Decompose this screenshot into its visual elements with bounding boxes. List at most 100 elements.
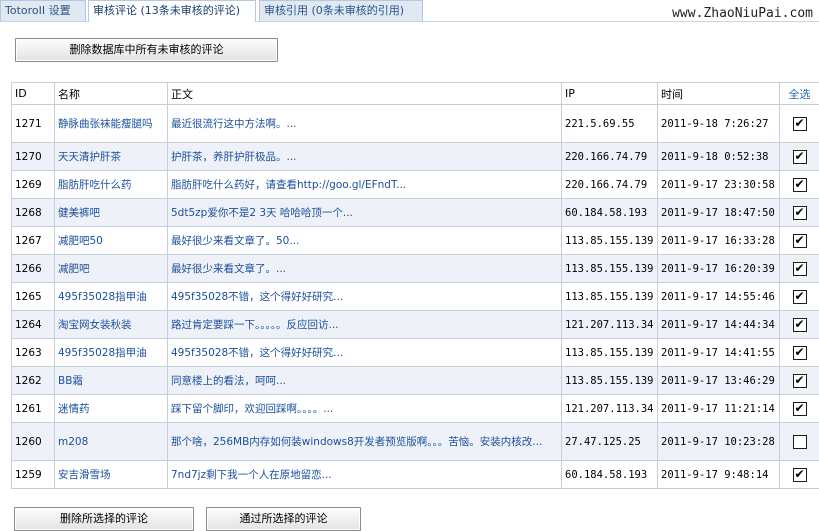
cell-name-link[interactable]: 健美裤吧 <box>54 198 168 227</box>
cell-time: 2011-9-17 9:48:14 <box>657 460 780 489</box>
select-all-link[interactable]: 全选 <box>779 82 819 105</box>
cell-ip: 113.85.155.139 <box>561 254 658 283</box>
row-checkbox[interactable] <box>792 116 807 131</box>
cell-id: 1269 <box>11 170 55 199</box>
cell-ip: 221.5.69.55 <box>561 104 658 143</box>
cell-time: 2011-9-17 14:41:55 <box>657 338 780 367</box>
approve-selected-button[interactable]: 通过所选择的评论 <box>206 507 361 531</box>
cell-ip: 113.85.155.139 <box>561 366 658 395</box>
cell-body-link[interactable]: 最好很少来看文章了。... <box>167 254 562 283</box>
cell-ip: 27.47.125.25 <box>561 422 658 461</box>
delete-all-unreviewed-button[interactable]: 删除数据库中所有未审核的评论 <box>15 38 278 62</box>
row-checkbox[interactable] <box>792 467 807 482</box>
row-checkbox[interactable] <box>792 345 807 360</box>
row-checkbox[interactable] <box>792 434 807 449</box>
cell-time: 2011-9-17 13:46:29 <box>657 366 780 395</box>
cell-body-link[interactable]: 踩下留个脚印，欢迎回踩啊。。。。... <box>167 394 562 423</box>
cell-select <box>779 338 819 367</box>
cell-body-link[interactable]: 那个啥，256MB内存如何装windows8开发者预览版啊。。。苦恼。安装内核改… <box>167 422 562 461</box>
cell-name-link[interactable]: BB霜 <box>54 366 168 395</box>
cell-ip: 60.184.58.193 <box>561 198 658 227</box>
cell-time: 2011-9-17 14:44:34 <box>657 310 780 339</box>
header-time: 时间 <box>657 82 780 105</box>
cell-id: 1262 <box>11 366 55 395</box>
row-checkbox[interactable] <box>792 149 807 164</box>
row-checkbox[interactable] <box>792 289 807 304</box>
tab-bar: TotoroII 设置 审核评论 (13条未审核的评论) 审核引用 (0条未审核… <box>0 0 819 22</box>
cell-time: 2011-9-18 7:26:27 <box>657 104 780 143</box>
cell-body-link[interactable]: 495f35028不错，这个得好好研究... <box>167 338 562 367</box>
cell-time: 2011-9-17 16:20:39 <box>657 254 780 283</box>
cell-name-link[interactable]: 减肥吧 <box>54 254 168 283</box>
cell-body-link[interactable]: 7nd7jz剩下我一个人在原地留恋... <box>167 460 562 489</box>
cell-name-link[interactable]: 淘宝网女装秋装 <box>54 310 168 339</box>
table-row: 1266 减肥吧 最好很少来看文章了。... 113.85.155.139 2011-9… <box>11 254 819 283</box>
cell-body-link[interactable]: 护肝茶，养肝护肝极品。... <box>167 142 562 171</box>
cell-id: 1266 <box>11 254 55 283</box>
delete-selected-button[interactable]: 删除所选择的评论 <box>14 507 194 531</box>
row-checkbox[interactable] <box>792 401 807 416</box>
cell-name-link[interactable]: 迷情药 <box>54 394 168 423</box>
table-row: 1267 减肥吧50 最好很少来看文章了。50... 113.85.155.139 20… <box>11 226 819 255</box>
cell-select <box>779 198 819 227</box>
tab-settings[interactable]: TotoroII 设置 <box>0 0 86 21</box>
cell-name-link[interactable]: 495f35028指甲油 <box>54 338 168 367</box>
cell-select <box>779 310 819 339</box>
cell-body-link[interactable]: 最近很流行这中方法啊。... <box>167 104 562 143</box>
table-row: 1269 脂肪肝吃什么药 脂肪肝吃什么药好，请查看http://goo.gl/EFn… <box>11 170 819 199</box>
cell-body-link[interactable]: 495f35028不错，这个得好好研究... <box>167 282 562 311</box>
header-name: 名称 <box>54 82 168 105</box>
row-checkbox[interactable] <box>792 233 807 248</box>
comments-table: ID 名称 正文 IP 时间 全选 1271 静脉曲张袜能瘦腿吗 最近很流行这中方法… <box>11 82 819 489</box>
cell-body-link[interactable]: 最好很少来看文章了。50... <box>167 226 562 255</box>
cell-time: 2011-9-17 16:33:28 <box>657 226 780 255</box>
cell-select <box>779 170 819 199</box>
cell-time: 2011-9-17 18:47:50 <box>657 198 780 227</box>
cell-name-link[interactable]: m208 <box>54 422 168 461</box>
table-row: 1270 天天清护肝茶 护肝茶，养肝护肝极品。... 220.166.74.79 201… <box>11 142 819 171</box>
cell-id: 1263 <box>11 338 55 367</box>
cell-ip: 113.85.155.139 <box>561 282 658 311</box>
cell-time: 2011-9-17 11:21:14 <box>657 394 780 423</box>
cell-id: 1260 <box>11 422 55 461</box>
cell-select <box>779 366 819 395</box>
table-row: 1263 495f35028指甲油 495f35028不错，这个得好好研究... 11… <box>11 338 819 367</box>
cell-name-link[interactable]: 495f35028指甲油 <box>54 282 168 311</box>
tab-review-trackbacks[interactable]: 审核引用 (0条未审核的引用) <box>259 0 423 21</box>
cell-body-link[interactable]: 5dt5zp爱你不是2 3天 哈哈哈顶一个... <box>167 198 562 227</box>
row-checkbox[interactable] <box>792 373 807 388</box>
cell-id: 1267 <box>11 226 55 255</box>
cell-ip: 220.166.74.79 <box>561 170 658 199</box>
cell-id: 1270 <box>11 142 55 171</box>
row-checkbox[interactable] <box>792 177 807 192</box>
cell-select <box>779 422 819 461</box>
cell-time: 2011-9-17 14:55:46 <box>657 282 780 311</box>
cell-name-link[interactable]: 脂肪肝吃什么药 <box>54 170 168 199</box>
cell-name-link[interactable]: 天天清护肝茶 <box>54 142 168 171</box>
row-checkbox[interactable] <box>792 205 807 220</box>
cell-name-link[interactable]: 减肥吧50 <box>54 226 168 255</box>
table-row: 1260 m208 那个啥，256MB内存如何装windows8开发者预览版啊。。。… <box>11 422 819 461</box>
cell-select <box>779 254 819 283</box>
table-row: 1259 安吉滑雪场 7nd7jz剩下我一个人在原地留恋... 60.184.58.1… <box>11 460 819 489</box>
cell-id: 1261 <box>11 394 55 423</box>
table-row: 1261 迷情药 踩下留个脚印，欢迎回踩啊。。。。... 121.207.113.34… <box>11 394 819 423</box>
cell-select <box>779 142 819 171</box>
cell-name-link[interactable]: 安吉滑雪场 <box>54 460 168 489</box>
tab-review-comments[interactable]: 审核评论 (13条未审核的评论) <box>88 0 256 22</box>
cell-body-link[interactable]: 脂肪肝吃什么药好，请查看http://goo.gl/EFndT... <box>167 170 562 199</box>
cell-select <box>779 282 819 311</box>
header-id: ID <box>11 82 55 105</box>
cell-body-link[interactable]: 路过肯定要踩一下。。。。。反应回访... <box>167 310 562 339</box>
cell-select <box>779 394 819 423</box>
cell-ip: 113.85.155.139 <box>561 226 658 255</box>
table-row: 1265 495f35028指甲油 495f35028不错，这个得好好研究... 11… <box>11 282 819 311</box>
table-row: 1268 健美裤吧 5dt5zp爱你不是2 3天 哈哈哈顶一个... 60.184.5… <box>11 198 819 227</box>
cell-id: 1265 <box>11 282 55 311</box>
row-checkbox[interactable] <box>792 317 807 332</box>
cell-body-link[interactable]: 同意楼上的看法，呵呵... <box>167 366 562 395</box>
cell-name-link[interactable]: 静脉曲张袜能瘦腿吗 <box>54 104 168 143</box>
row-checkbox[interactable] <box>792 261 807 276</box>
cell-select <box>779 104 819 143</box>
cell-ip: 220.166.74.79 <box>561 142 658 171</box>
